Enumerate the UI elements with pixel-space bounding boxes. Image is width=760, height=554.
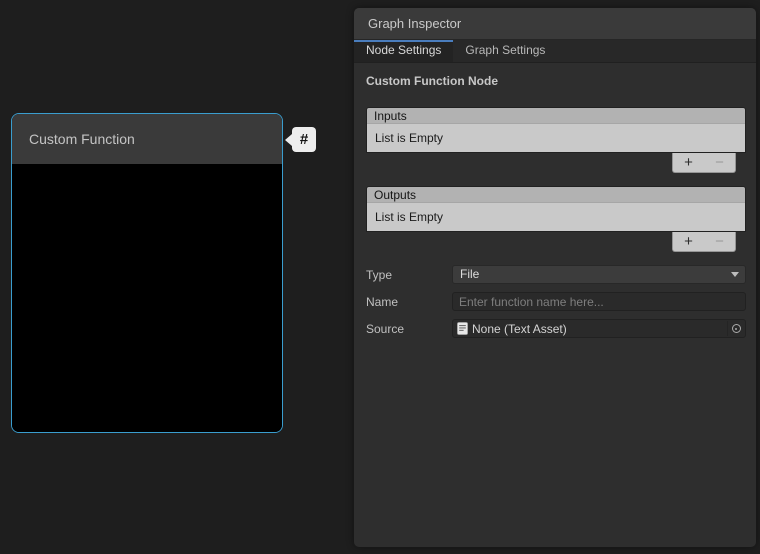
source-object-field[interactable]: None (Text Asset)	[452, 319, 746, 338]
outputs-list: Outputs List is Empty + −	[366, 186, 746, 252]
inputs-list-header: Inputs	[367, 108, 745, 124]
hash-icon: #	[300, 131, 308, 148]
tab-label: Graph Settings	[465, 43, 545, 57]
type-dropdown-value: File	[460, 266, 479, 283]
list-title: Inputs	[374, 109, 407, 123]
type-row: Type File	[366, 265, 746, 284]
node-hash-badge[interactable]: #	[292, 127, 316, 152]
inputs-remove-button[interactable]: −	[704, 154, 735, 172]
function-name-input[interactable]	[452, 292, 746, 311]
custom-function-node[interactable]: Custom Function	[11, 113, 283, 433]
node-title-bar[interactable]: Custom Function	[12, 114, 282, 164]
inputs-empty-row: List is Empty	[367, 124, 745, 152]
text-asset-icon	[457, 322, 468, 335]
list-title: Outputs	[374, 188, 416, 202]
panel-title: Graph Inspector	[368, 16, 461, 31]
outputs-add-button[interactable]: +	[673, 233, 704, 251]
graph-canvas[interactable]: Custom Function #	[0, 0, 354, 554]
object-picker-icon	[732, 324, 741, 333]
outputs-list-footer: + −	[672, 232, 736, 252]
node-settings-content: Custom Function Node Inputs List is Empt…	[354, 63, 756, 338]
tab-strip: Node Settings Graph Settings	[354, 40, 756, 63]
name-row: Name	[366, 292, 746, 311]
outputs-remove-button[interactable]: −	[704, 233, 735, 251]
tab-node-settings[interactable]: Node Settings	[354, 40, 453, 62]
tab-graph-settings[interactable]: Graph Settings	[453, 40, 557, 62]
tab-label: Node Settings	[366, 43, 441, 57]
node-preview-body	[12, 164, 282, 433]
type-dropdown[interactable]: File	[452, 265, 746, 284]
type-label: Type	[366, 268, 452, 282]
list-empty-text: List is Empty	[375, 210, 443, 224]
list-empty-text: List is Empty	[375, 131, 443, 145]
source-label: Source	[366, 322, 452, 336]
panel-header[interactable]: Graph Inspector	[354, 8, 756, 40]
inputs-list-footer: + −	[672, 153, 736, 173]
section-heading: Custom Function Node	[366, 74, 746, 88]
inputs-list: Inputs List is Empty + −	[366, 107, 746, 173]
outputs-list-header: Outputs	[367, 187, 745, 203]
node-title: Custom Function	[29, 131, 135, 147]
source-row: Source None (Text Asset)	[366, 319, 746, 338]
source-value: None (Text Asset)	[472, 322, 567, 336]
chevron-down-icon	[731, 272, 739, 277]
outputs-empty-row: List is Empty	[367, 203, 745, 231]
badge-tail	[285, 134, 292, 146]
graph-inspector-panel: Graph Inspector Node Settings Graph Sett…	[354, 8, 756, 547]
inputs-add-button[interactable]: +	[673, 154, 704, 172]
object-picker-button[interactable]	[727, 321, 744, 336]
name-label: Name	[366, 295, 452, 309]
